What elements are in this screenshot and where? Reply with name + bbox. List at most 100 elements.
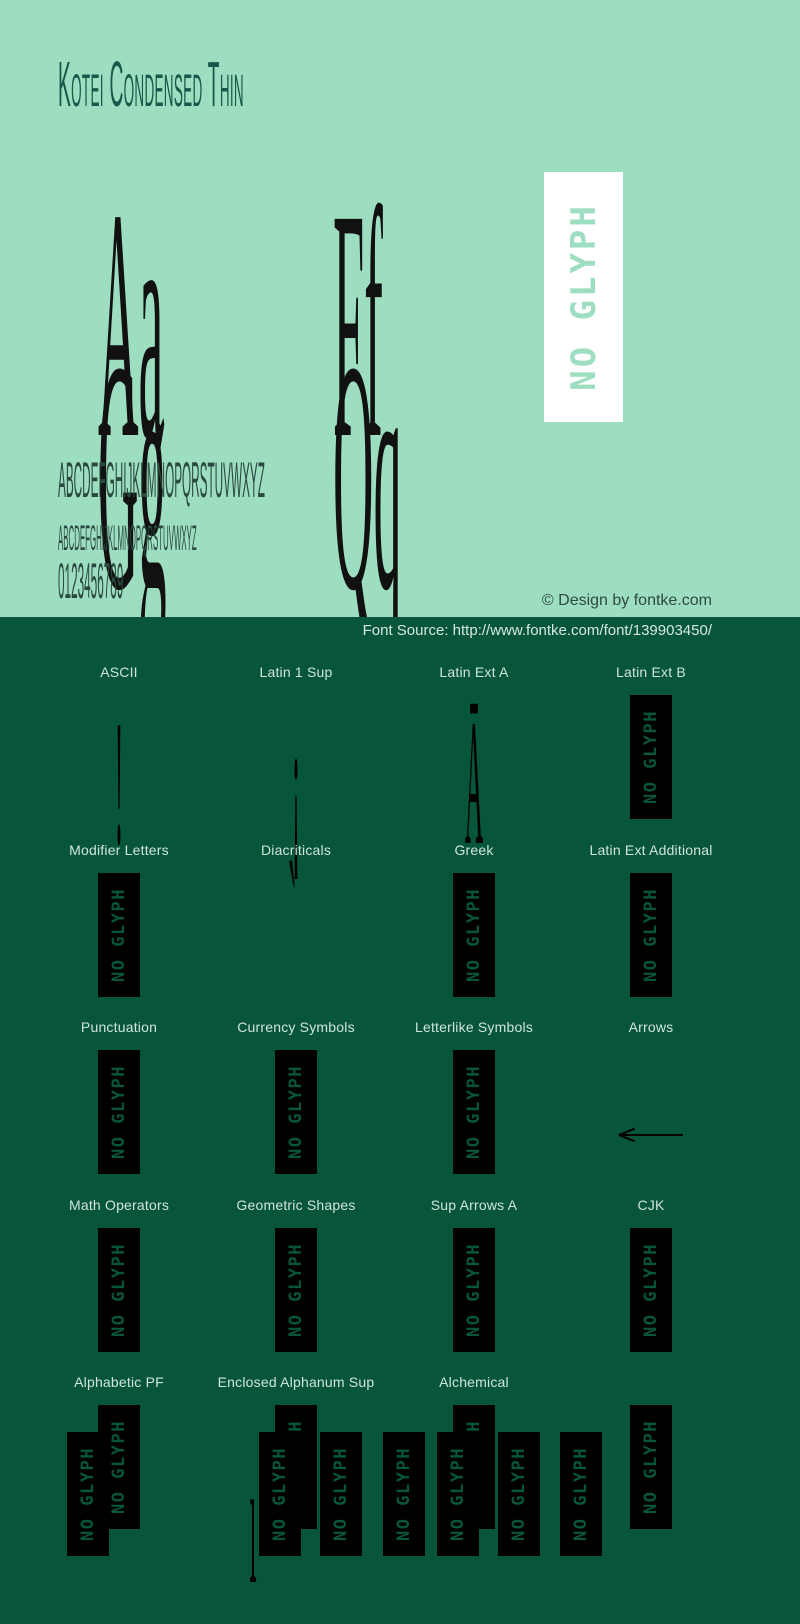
unicode-block-cell[interactable]: Modifier Letters NO GLYPH: [30, 833, 208, 1011]
no-glyph-box: NO GLYPH: [560, 1432, 602, 1556]
no-glyph-label: NO GLYPH: [331, 1447, 351, 1541]
no-glyph-box: NO GLYPH: [275, 1050, 317, 1174]
alphabet-digits: 0123456789: [58, 553, 124, 609]
arrow-shaft: [619, 1134, 683, 1136]
alphabet-uppercase: ABCDEFGHIJKLMNOPQRSTUVWXYZ: [58, 452, 265, 508]
no-glyph-box: NO GLYPH: [630, 695, 672, 819]
unicode-block-label: Enclosed Alphanum Sup: [217, 1374, 375, 1390]
unicode-block-label: Alchemical: [439, 1374, 509, 1390]
unicode-block-grid: ASCII! Latin 1 Sup ¡ Latin Ext A Ā Latin Ext …: [0, 655, 800, 1543]
unicode-block-glyph-area: NO GLYPH: [562, 859, 740, 1007]
unicode-block-label: Punctuation: [80, 1019, 158, 1035]
unicode-overflow-cell[interactable]: NO GLYPH: [383, 1432, 425, 1562]
unicode-overflow-cell[interactable]: NO GLYPH: [560, 1432, 602, 1562]
unicode-block-glyph-area: NO GLYPH: [207, 1214, 385, 1362]
unicode-block-label: Greek: [454, 841, 494, 858]
unicode-block-glyph-area: NO GLYPH: [30, 1036, 208, 1184]
specimen-top-panel: Kotei Condensed Thin Aa Ff Gg Qq NO GLYP…: [0, 0, 800, 642]
font-source-link[interactable]: Font Source: http://www.fontke.com/font/…: [363, 622, 712, 639]
unicode-block-cell[interactable]: Latin 1 Sup ¡: [207, 655, 385, 873]
page-title: Kotei Condensed Thin: [58, 48, 244, 120]
no-glyph-label: NO GLYPH: [464, 887, 484, 982]
unicode-block-label: Letterlike Symbols: [415, 1019, 533, 1035]
unicode-block-label: ASCII: [100, 664, 138, 680]
no-glyph-box: NO GLYPH: [630, 872, 672, 997]
unicode-block-cell[interactable]: Latin Ext B NO GLYPH: [562, 655, 740, 833]
unicode-block-glyph-area: Ā: [385, 681, 563, 873]
unicode-block-cell[interactable]: Greek NO GLYPH: [385, 833, 563, 1011]
unicode-block-label: Latin Ext Additional: [589, 841, 713, 858]
no-glyph-label: NO GLYPH: [448, 1447, 468, 1541]
no-glyph-label: NO GLYPH: [286, 1242, 306, 1337]
unicode-block-label: Currency Symbols: [237, 1019, 355, 1035]
no-glyph-label: NO GLYPH: [286, 1065, 306, 1159]
unicode-block-cell[interactable]: ASCII!: [30, 655, 208, 873]
unicode-block-glyph-area: NO GLYPH: [385, 1214, 563, 1362]
no-glyph-label: NO GLYPH: [394, 1447, 414, 1541]
unicode-overflow-cell[interactable]: NO GLYPH: [437, 1432, 479, 1562]
unicode-block-label: Arrows: [628, 1019, 674, 1035]
no-glyph-box: NO GLYPH: [453, 1227, 495, 1352]
unicode-block-label: Alphabetic PF: [74, 1374, 164, 1390]
no-glyph-box: NO GLYPH: [453, 872, 495, 997]
unicode-overflow-cell[interactable]: NO GLYPH: [67, 1432, 109, 1562]
unicode-block-glyph-area: NO GLYPH: [30, 1214, 208, 1362]
unicode-block-row: Modifier LettersNO GLYPHDiacriticals̀Gre…: [0, 833, 800, 1011]
unicode-block-label: Sup Arrows A: [430, 1196, 518, 1213]
no-glyph-box: NO GLYPH: [275, 1227, 317, 1352]
unicode-block-glyph-area: ¡: [207, 681, 385, 873]
unicode-block-cell[interactable]: Sup Arrows A NO GLYPH: [385, 1188, 563, 1366]
design-credit: © Design by fontke.com: [541, 592, 712, 609]
no-glyph-box: NO GLYPH: [437, 1432, 479, 1556]
unicode-block-row: Math Operators NO GLYPH Geometric Shapes NO…: [0, 1188, 800, 1366]
unicode-block-row: Punctuation NO GLYPH Currency Symbols NO GL…: [0, 1010, 800, 1188]
unicode-block-cell[interactable]: Letterlike Symbols NO GLYPH: [385, 1010, 563, 1188]
arrow-left-icon: [618, 1127, 683, 1142]
no-glyph-label: NO GLYPH: [509, 1447, 529, 1541]
unicode-block-label: [562, 1373, 740, 1391]
unicode-overflow-cell[interactable]: NO GLYPH: [320, 1432, 362, 1562]
unicode-block-cell[interactable]: Geometric Shapes NO GLYPH: [207, 1188, 385, 1366]
no-glyph-box: NO GLYPH: [98, 1050, 140, 1174]
unicode-block-cell[interactable]: Math Operators NO GLYPH: [30, 1188, 208, 1366]
no-glyph-label: NO GLYPH: [641, 887, 661, 982]
glyph-preview-char: ı: [249, 1422, 257, 1621]
unicode-block-glyph-area: NO GLYPH: [562, 1214, 740, 1362]
no-glyph-label: NO GLYPH: [109, 1065, 129, 1159]
unicode-block-label: Latin Ext A: [439, 664, 509, 680]
no-glyph-label: NO GLYPH: [464, 1242, 484, 1337]
unicode-overflow-cell[interactable]: NO GLYPH: [498, 1432, 540, 1562]
unicode-block-label: CJK: [637, 1196, 665, 1213]
unicode-block-glyph-area: NO GLYPH: [30, 859, 208, 1007]
no-glyph-label: NO GLYPH: [270, 1447, 290, 1541]
no-glyph-box: NO GLYPH: [320, 1432, 362, 1556]
no-glyph-label: NO GLYPH: [641, 710, 661, 804]
unicode-overflow-cell[interactable]: NO GLYPH: [259, 1432, 301, 1562]
unicode-block-label: Latin 1 Sup: [259, 664, 333, 680]
no-glyph-label: NO GLYPH: [109, 887, 129, 982]
no-glyph-label: NO GLYPH: [571, 1447, 591, 1541]
unicode-block-cell[interactable]: Currency Symbols NO GLYPH: [207, 1010, 385, 1188]
unicode-block-label: Geometric Shapes: [236, 1196, 356, 1213]
no-glyph-label: NO GLYPH: [641, 1242, 661, 1337]
alphabet-lowercase: abcdefghijklmnopqrstuvwxyz: [58, 505, 197, 561]
unicode-block-label: Latin Ext B: [616, 664, 686, 680]
no-glyph-box: NO GLYPH: [98, 1227, 140, 1352]
no-glyph-label: NO GLYPH: [109, 1242, 129, 1337]
glyph-sample-qq-text: Qq: [333, 294, 402, 659]
unicode-final-row: NO GLYPH ı NO GLYPH NO GLYPH NO GLYPH NO GLYP…: [0, 1432, 800, 1612]
unicode-block-cell[interactable]: Latin Ext AĀ: [385, 655, 563, 873]
unicode-block-cell[interactable]: Punctuation NO GLYPH: [30, 1010, 208, 1188]
unicode-block-cell[interactable]: Arrows: [562, 1010, 740, 1188]
unicode-block-cell[interactable]: CJK NO GLYPH: [562, 1188, 740, 1366]
no-glyph-box: NO GLYPH: [383, 1432, 425, 1556]
no-glyph-label: NO GLYPH: [78, 1447, 98, 1541]
unicode-block-cell[interactable]: Latin Ext Additional NO GLYPH: [562, 833, 740, 1011]
unicode-block-cell[interactable]: Diacriticals̀: [207, 833, 385, 1011]
no-glyph-label: NO GLYPH: [464, 1065, 484, 1159]
unicode-block-glyph-area: !: [30, 681, 208, 873]
no-glyph-box: NO GLYPH: [67, 1432, 109, 1556]
unicode-block-glyph-area: [562, 1036, 740, 1184]
no-glyph-box: NO GLYPH: [498, 1432, 540, 1556]
no-glyph-box: NO GLYPH: [630, 1227, 672, 1352]
